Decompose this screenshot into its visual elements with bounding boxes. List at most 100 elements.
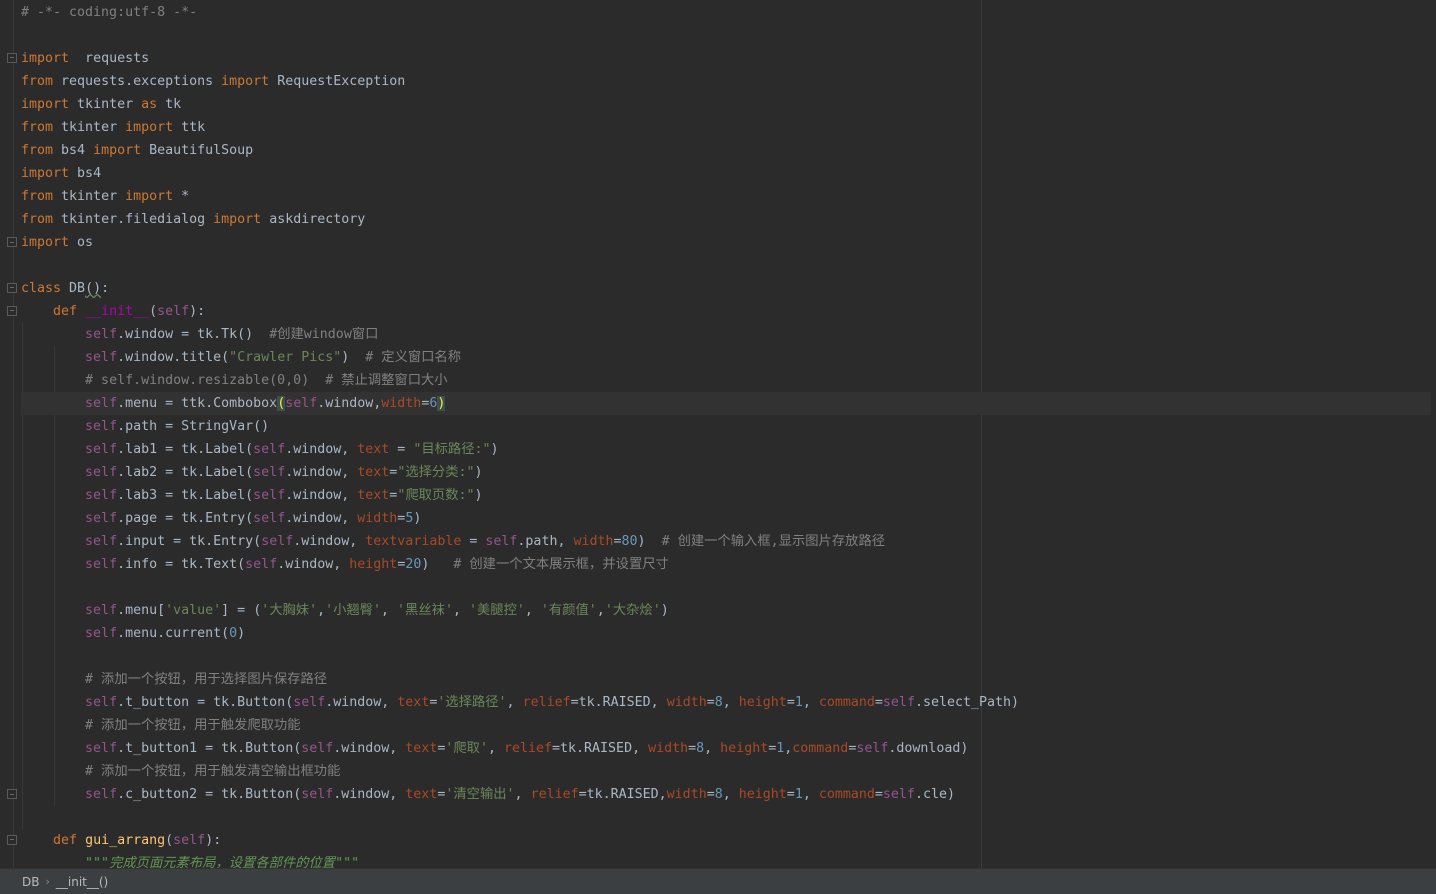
code-line[interactable] xyxy=(21,645,1431,668)
code-line[interactable]: # 添加一个按钮，用于触发清空输出框功能 xyxy=(21,760,1431,783)
code-token: '小翘臀' xyxy=(325,603,382,618)
code-token: self xyxy=(261,534,294,549)
code-line[interactable]: self.input = tk.Entry(self.window, textv… xyxy=(21,530,1431,553)
code-token: .lab3 = tk.Label( xyxy=(117,488,254,503)
code-token: self xyxy=(157,304,190,319)
code-line[interactable]: self.path = StringVar() xyxy=(21,415,1431,438)
code-token: os xyxy=(69,235,94,250)
code-token: .path, xyxy=(517,534,574,549)
code-token: .window, xyxy=(325,695,398,710)
code-line[interactable]: import os xyxy=(21,231,1431,254)
code-token: .cle) xyxy=(914,787,955,802)
code-line[interactable]: # 添加一个按钮，用于触发爬取功能 xyxy=(21,714,1431,737)
code-line[interactable]: self.lab3 = tk.Label(self.window, text="… xyxy=(21,484,1431,507)
code-token: def xyxy=(53,833,78,848)
code-token: tkinter.filedialog xyxy=(53,212,214,227)
code-token: def xyxy=(53,304,78,319)
code-line[interactable]: self.menu['value'] = ('大胸妹','小翘臀', '黑丝袜'… xyxy=(21,599,1431,622)
code-token: , xyxy=(802,695,819,710)
code-token: .window, xyxy=(285,488,358,503)
fold-marker-icon[interactable] xyxy=(7,283,17,293)
code-token: 1 xyxy=(794,695,803,710)
code-line[interactable]: from requests.exceptions import RequestE… xyxy=(21,70,1431,93)
code-line[interactable]: self.window.title("Crawler Pics") # 定义窗口… xyxy=(21,346,1431,369)
code-token: bs4 xyxy=(69,166,102,181)
code-token: "选择分类:" xyxy=(397,465,475,480)
code-token: .window, xyxy=(333,741,406,756)
breadcrumb-method[interactable]: __init__() xyxy=(50,875,114,889)
code-token: , xyxy=(802,787,819,802)
code-line[interactable]: self.t_button1 = tk.Button(self.window, … xyxy=(21,737,1431,760)
code-token: 8 xyxy=(696,741,705,756)
fold-marker-icon[interactable] xyxy=(7,835,17,845)
code-line[interactable]: def gui_arrang(self): xyxy=(21,829,1431,852)
code-token: = xyxy=(786,787,795,802)
code-token: gui_arrang xyxy=(85,833,166,848)
code-line[interactable]: self.c_button2 = tk.Button(self.window, … xyxy=(21,783,1431,806)
code-token: .t_button1 = tk.Button( xyxy=(117,741,302,756)
code-token: #创建window窗口 xyxy=(269,327,379,342)
code-token: =tk.RAISED, xyxy=(552,741,649,756)
code-line[interactable]: import requests xyxy=(21,47,1431,70)
code-token: import xyxy=(21,235,70,250)
code-line[interactable]: from tkinter import ttk xyxy=(21,116,1431,139)
code-line[interactable] xyxy=(21,806,1431,829)
code-line[interactable]: from tkinter import * xyxy=(21,185,1431,208)
code-line[interactable]: # self.window.resizable(0,0) # 禁止调整窗口大小 xyxy=(21,369,1431,392)
code-token: * xyxy=(173,189,190,204)
code-token: height xyxy=(738,695,787,710)
fold-marker-icon[interactable] xyxy=(7,237,17,247)
code-token: # 创建一个文本展示框，并设置尺寸 xyxy=(453,557,669,572)
code-line[interactable] xyxy=(21,576,1431,599)
code-line[interactable]: self.window = tk.Tk() #创建window窗口 xyxy=(21,323,1431,346)
code-line[interactable]: import tkinter as tk xyxy=(21,93,1431,116)
code-line[interactable]: from bs4 import BeautifulSoup xyxy=(21,139,1431,162)
code-token: .window.title( xyxy=(117,350,230,365)
code-token: as xyxy=(141,97,158,112)
code-token: self xyxy=(85,442,118,457)
code-line[interactable] xyxy=(21,254,1431,277)
code-line[interactable]: # 添加一个按钮，用于选择图片保存路径 xyxy=(21,668,1431,691)
code-line[interactable]: self.page = tk.Entry(self.window, width=… xyxy=(21,507,1431,530)
code-line[interactable]: self.lab2 = tk.Label(self.window, text="… xyxy=(21,461,1431,484)
code-token: , xyxy=(596,603,605,618)
code-token: import xyxy=(93,143,142,158)
fold-marker-icon[interactable] xyxy=(7,53,17,63)
code-token: ) xyxy=(474,465,483,480)
code-line[interactable]: self.t_button = tk.Button(self.window, t… xyxy=(21,691,1431,714)
code-token: , xyxy=(524,603,541,618)
code-token: .menu = ttk.Combobox xyxy=(117,396,278,411)
code-token: '大杂烩' xyxy=(604,603,661,618)
fold-marker-icon[interactable] xyxy=(7,789,17,799)
code-line[interactable]: import bs4 xyxy=(21,162,1431,185)
code-line[interactable]: self.lab1 = tk.Label(self.window, text =… xyxy=(21,438,1431,461)
code-line[interactable]: self.menu.current(0) xyxy=(21,622,1431,645)
code-line[interactable]: """完成页面元素布局，设置各部件的位置""" xyxy=(21,852,1431,868)
code-editor[interactable]: # -*- coding:utf-8 -*- import requests fro… xyxy=(0,0,1436,868)
code-token: self xyxy=(85,603,118,618)
code-line[interactable] xyxy=(21,24,1431,47)
code-line[interactable]: self.info = tk.Text(self.window, height=… xyxy=(21,553,1431,576)
code-token: = xyxy=(706,695,715,710)
code-token: # self.window.resizable(0,0) # 禁止调整窗口大小 xyxy=(85,373,448,388)
code-token: = xyxy=(613,534,622,549)
code-token: self xyxy=(485,534,518,549)
code-line[interactable]: from tkinter.filedialog import askdirect… xyxy=(21,208,1431,231)
code-line[interactable]: # -*- coding:utf-8 -*- xyxy=(21,1,1431,24)
code-line[interactable]: def __init__(self): xyxy=(21,300,1431,323)
code-line[interactable]: self.menu = ttk.Combobox(self.window,wid… xyxy=(21,392,1431,415)
breadcrumb-class[interactable]: DB xyxy=(0,875,45,889)
code-token: self xyxy=(85,350,118,365)
code-line[interactable]: class DB(): xyxy=(21,277,1431,300)
code-token: , xyxy=(704,741,721,756)
fold-marker-icon[interactable] xyxy=(7,306,17,316)
code-token: '爬取' xyxy=(445,741,488,756)
